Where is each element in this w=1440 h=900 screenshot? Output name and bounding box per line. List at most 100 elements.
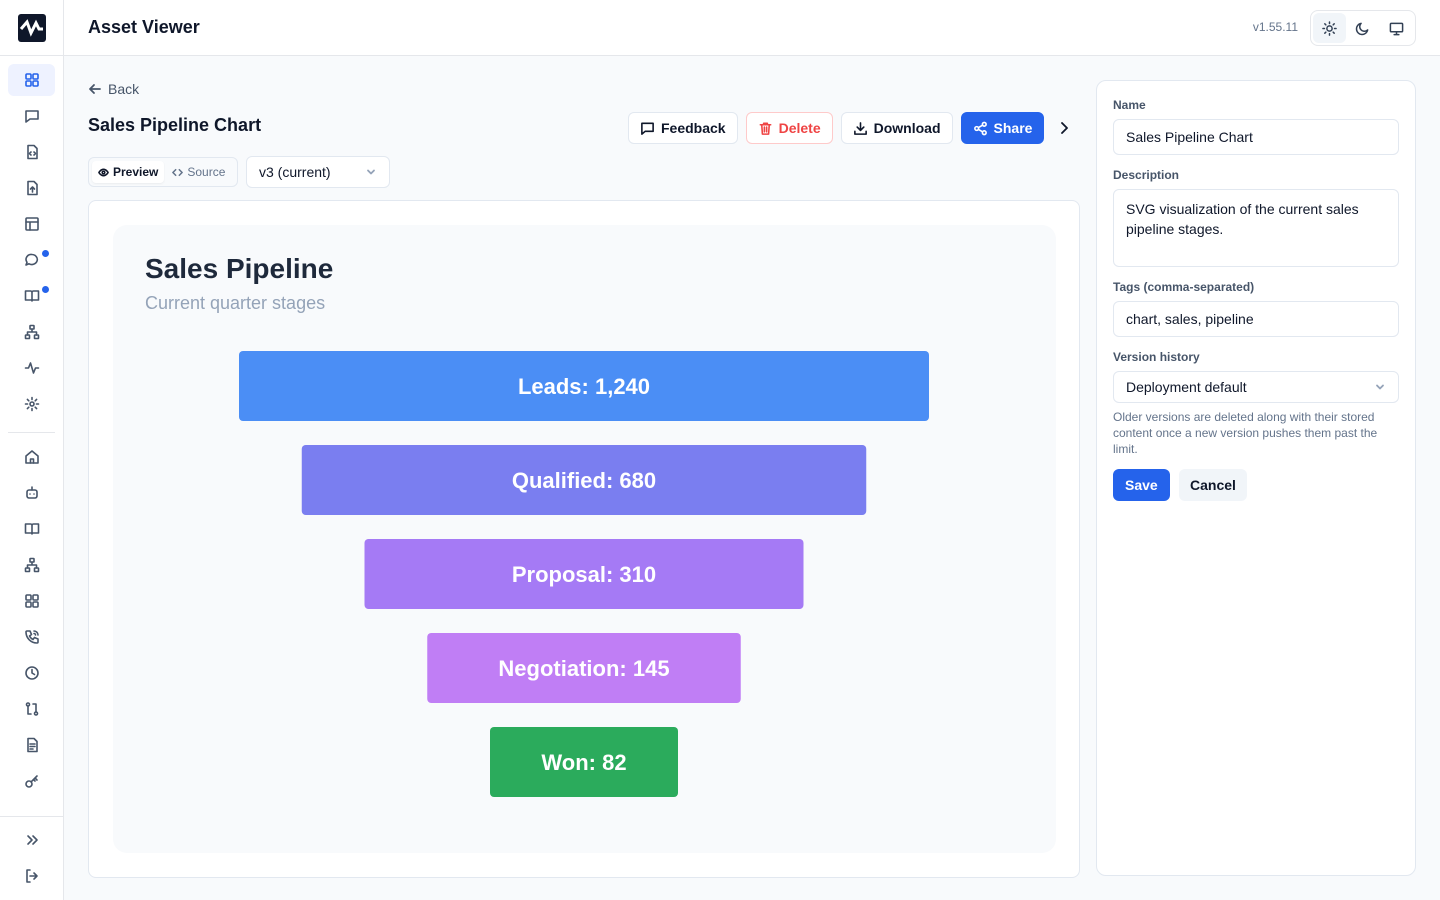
tags-label: Tags (comma-separated) xyxy=(1113,280,1255,294)
sidebar xyxy=(0,0,64,900)
clock-icon xyxy=(24,666,39,680)
file-upload-icon xyxy=(26,180,38,196)
action-toolbar: Feedback Delete Download Share xyxy=(628,112,1045,144)
notification-badge xyxy=(42,250,49,257)
nav-activity[interactable] xyxy=(8,352,55,384)
funnel-label-negotiation: Negotiation: 145 xyxy=(498,656,669,681)
bot-icon xyxy=(25,486,38,499)
nav-keys[interactable] xyxy=(8,765,55,797)
message-square-icon xyxy=(641,122,654,135)
key-icon xyxy=(24,775,38,788)
version-history-select[interactable]: Deployment default xyxy=(1113,371,1399,403)
toggle-panel-button[interactable] xyxy=(1054,118,1074,138)
settings-icon xyxy=(24,396,39,412)
phone-icon xyxy=(24,630,39,644)
name-input[interactable] xyxy=(1113,119,1399,155)
app-logo-icon[interactable] xyxy=(18,14,46,42)
nav-library[interactable] xyxy=(8,513,55,545)
home-icon xyxy=(24,450,39,464)
nav-hierarchy[interactable] xyxy=(8,549,55,581)
monitor-icon xyxy=(1389,22,1404,35)
source-label: Source xyxy=(187,165,226,179)
logout-button[interactable] xyxy=(8,860,55,892)
nav-docs[interactable] xyxy=(8,280,55,312)
funnel-label-proposal: Proposal: 310 xyxy=(512,562,656,587)
feedback-label: Feedback xyxy=(661,120,726,136)
theme-light-button[interactable] xyxy=(1313,13,1347,43)
eye-icon xyxy=(98,168,109,176)
divider xyxy=(8,432,55,433)
details-panel: Name Description SVG visualization of th… xyxy=(1096,80,1416,876)
logout-icon xyxy=(25,869,38,883)
view-mode-toggle: Preview Source xyxy=(88,157,238,187)
nav-messages[interactable] xyxy=(8,100,55,132)
source-tab[interactable]: Source xyxy=(166,161,231,183)
message-square-icon xyxy=(24,110,39,123)
nav-uploads[interactable] xyxy=(8,172,55,204)
app-title: Asset Viewer xyxy=(88,17,200,37)
description-label: Description xyxy=(1113,168,1180,182)
share-icon xyxy=(973,121,987,135)
funnel-chart: Leads: 1,240 Qualified: 680 Proposal: 310 N… xyxy=(239,351,929,797)
feedback-button[interactable]: Feedback xyxy=(628,112,738,144)
sun-icon xyxy=(1322,20,1337,36)
nav-network[interactable] xyxy=(8,316,55,348)
preview-frame: Sales Pipeline Current quarter stages Le… xyxy=(88,200,1080,878)
version-history-label: Version history xyxy=(1113,350,1200,364)
tags-input[interactable] xyxy=(1113,301,1399,337)
arrow-left-icon xyxy=(89,84,101,94)
expand-sidebar-button[interactable] xyxy=(8,824,55,856)
version-history-help: Older versions are deleted along with th… xyxy=(1113,410,1378,456)
theme-dark-button[interactable] xyxy=(1346,13,1379,43)
file-text-icon xyxy=(26,737,38,753)
cancel-button[interactable]: Cancel xyxy=(1179,469,1247,501)
version-history-value: Deployment default xyxy=(1126,379,1247,395)
page-title: Sales Pipeline Chart xyxy=(88,115,262,135)
chevron-down-icon xyxy=(367,169,375,175)
trash-icon xyxy=(759,122,772,135)
top-header: Asset Viewer v1.55.11 xyxy=(64,0,1440,56)
share-label: Share xyxy=(993,120,1033,136)
nav-home[interactable] xyxy=(8,441,55,473)
notification-badge xyxy=(42,286,49,293)
divider xyxy=(0,816,64,817)
version-select[interactable]: v3 (current) xyxy=(246,156,390,188)
preview-label: Preview xyxy=(113,165,159,179)
nav-apps[interactable] xyxy=(8,585,55,617)
nav-calls[interactable] xyxy=(8,621,55,653)
code-icon xyxy=(172,168,184,176)
theme-system-button[interactable] xyxy=(1380,13,1413,43)
nav-chat[interactable] xyxy=(8,244,55,276)
theme-switcher xyxy=(1310,10,1416,46)
download-icon xyxy=(853,121,867,135)
version-label: v1.55.11 xyxy=(1252,20,1298,34)
delete-label: Delete xyxy=(778,120,821,136)
nav-dashboard[interactable] xyxy=(8,64,55,96)
description-textarea[interactable]: SVG visualization of the current sales p… xyxy=(1113,189,1399,267)
nav-code-files[interactable] xyxy=(8,136,55,168)
grid-icon xyxy=(24,73,39,87)
book-icon xyxy=(24,523,39,535)
save-button[interactable]: Save xyxy=(1113,469,1170,501)
share-button[interactable]: Share xyxy=(960,112,1045,144)
download-button[interactable]: Download xyxy=(840,112,953,144)
activity-icon xyxy=(24,362,39,374)
apps-icon xyxy=(24,594,39,608)
book-open-icon xyxy=(24,290,39,302)
divider xyxy=(0,55,64,56)
preview-tab[interactable]: Preview xyxy=(92,161,165,183)
nav-bots[interactable] xyxy=(8,477,55,509)
funnel-label-leads: Leads: 1,240 xyxy=(518,374,650,399)
table-icon xyxy=(24,217,39,231)
back-link[interactable]: Back xyxy=(88,81,139,97)
delete-button[interactable]: Delete xyxy=(745,112,833,144)
chevrons-right-icon xyxy=(26,835,38,845)
back-label: Back xyxy=(108,81,140,97)
nav-documents[interactable] xyxy=(8,729,55,761)
nav-compare[interactable] xyxy=(8,693,55,725)
nav-tables[interactable] xyxy=(8,208,55,240)
nav-history[interactable] xyxy=(8,657,55,689)
chevron-down-icon xyxy=(1376,384,1384,390)
nav-settings[interactable] xyxy=(8,388,55,420)
download-label: Download xyxy=(873,120,941,136)
